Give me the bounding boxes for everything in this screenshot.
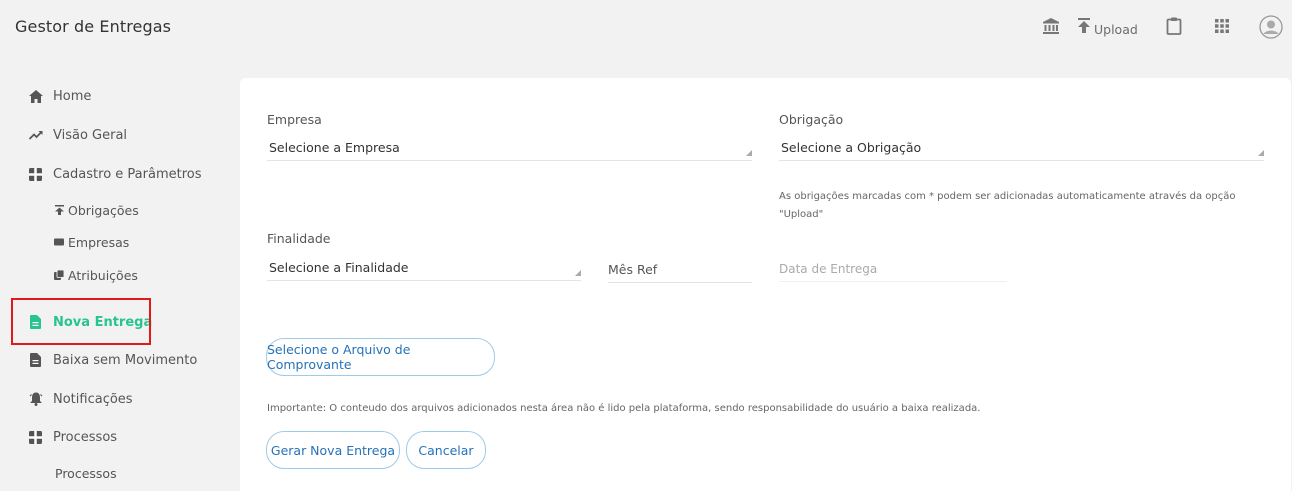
sidebar-item-label: Empresas [68, 234, 130, 250]
card-icon [54, 237, 64, 247]
sidebar-item-label: Visão Geral [53, 127, 128, 143]
important-note: Importante: O conteudo dos arquivos adic… [267, 403, 981, 414]
sidebar-item-baixa-sem-movimento[interactable]: Baixa sem Movimento [28, 350, 197, 370]
cancel-button[interactable]: Cancelar [406, 431, 486, 469]
selection-highlight [11, 298, 151, 345]
select-caret-icon [575, 270, 581, 276]
obrigacao-select[interactable]: Selecione a Obrigação [779, 135, 1264, 161]
settings-box-icon [28, 430, 43, 445]
sidebar-item-label: Notificações [53, 391, 133, 407]
finalidade-select[interactable]: Selecione a Finalidade [267, 255, 581, 281]
sidebar-item-cadastro[interactable]: Cadastro e Parâmetros [28, 164, 201, 184]
trending-up-icon [28, 128, 43, 143]
finalidade-select-value: Selecione a Finalidade [269, 260, 409, 275]
settings-box-icon [28, 167, 43, 182]
empresa-select[interactable]: Selecione a Empresa [267, 135, 752, 161]
sidebar-item-notificacoes[interactable]: Notificações [28, 389, 133, 409]
sidebar-item-label: Processos [53, 429, 118, 445]
upload-label: Upload [1094, 21, 1138, 37]
finalidade-label: Finalidade [267, 231, 331, 246]
data-entrega-input[interactable]: Data de Entrega [779, 256, 1007, 282]
submit-button[interactable]: Gerar Nova Entrega [266, 431, 400, 469]
home-icon [28, 89, 43, 104]
obrigacao-helper-text: As obrigações marcadas com * podem ser a… [779, 191, 1236, 220]
apps-grid-icon[interactable] [1212, 16, 1232, 36]
sidebar-item-label: Home [53, 88, 92, 104]
sidebar-item-obrigacoes[interactable]: Obrigações [54, 201, 139, 219]
obrigacao-label: Obrigação [779, 112, 844, 127]
sidebar-item-label: Baixa sem Movimento [53, 352, 198, 368]
upload-icon [54, 205, 64, 215]
select-caret-icon [746, 150, 752, 156]
upload-icon [1077, 17, 1091, 37]
obrigacao-select-value: Selecione a Obrigação [781, 140, 922, 155]
app-title: Gestor de Entregas [15, 17, 172, 36]
mes-ref-input[interactable]: Mês Ref [608, 257, 752, 283]
sidebar-item-home[interactable]: Home [28, 86, 91, 106]
sidebar-item-label: Cadastro e Parâmetros [53, 166, 202, 182]
sidebar-item-empresas[interactable]: Empresas [54, 233, 129, 251]
sidebar-item-visao-geral[interactable]: Visão Geral [28, 125, 127, 145]
bell-icon [28, 392, 43, 407]
top-bar: Gestor de Entregas Upload [0, 0, 1292, 56]
select-caret-icon [1258, 150, 1264, 156]
sidebar-item-label: Processos [55, 465, 117, 481]
clipboard-icon[interactable] [1164, 16, 1184, 36]
document-icon [28, 353, 43, 368]
sidebar-item-processos-sub[interactable]: Processos [55, 464, 117, 482]
account-icon[interactable] [1259, 15, 1283, 39]
sidebar-item-label: Obrigações [68, 202, 139, 218]
empresa-select-value: Selecione a Empresa [269, 140, 400, 155]
mes-ref-placeholder: Mês Ref [608, 262, 658, 277]
bank-icon[interactable] [1041, 16, 1061, 36]
sidebar-item-atribuicoes[interactable]: Atribuições [54, 266, 138, 284]
data-entrega-placeholder: Data de Entrega [779, 261, 878, 276]
select-file-button[interactable]: Selecione o Arquivo de Comprovante [266, 338, 495, 376]
sidebar-item-processos[interactable]: Processos [28, 427, 117, 447]
empresa-label: Empresa [267, 112, 322, 127]
copy-icon [54, 270, 64, 280]
upload-button[interactable]: Upload [1077, 16, 1138, 38]
sidebar-item-label: Atribuições [68, 267, 138, 283]
